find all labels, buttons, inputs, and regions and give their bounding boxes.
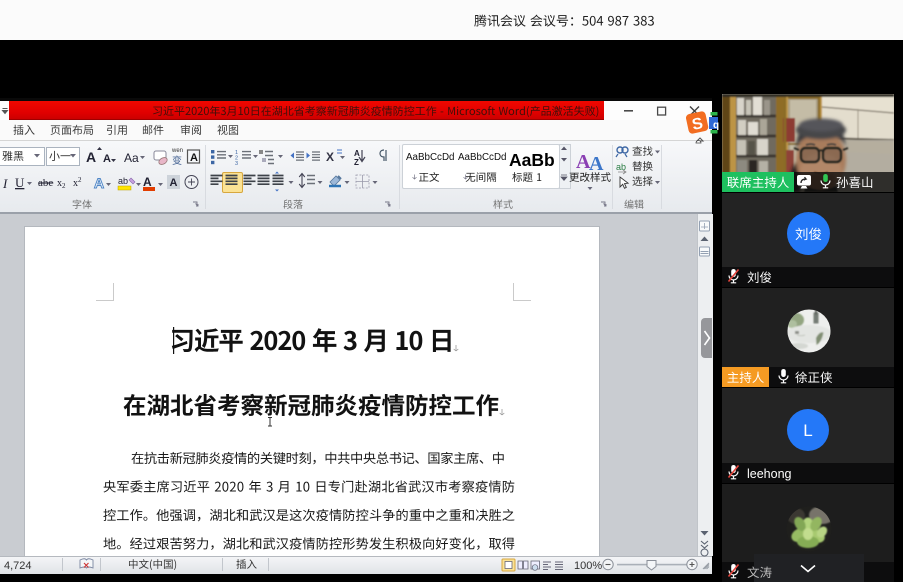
- svg-text:q: q: [713, 120, 719, 131]
